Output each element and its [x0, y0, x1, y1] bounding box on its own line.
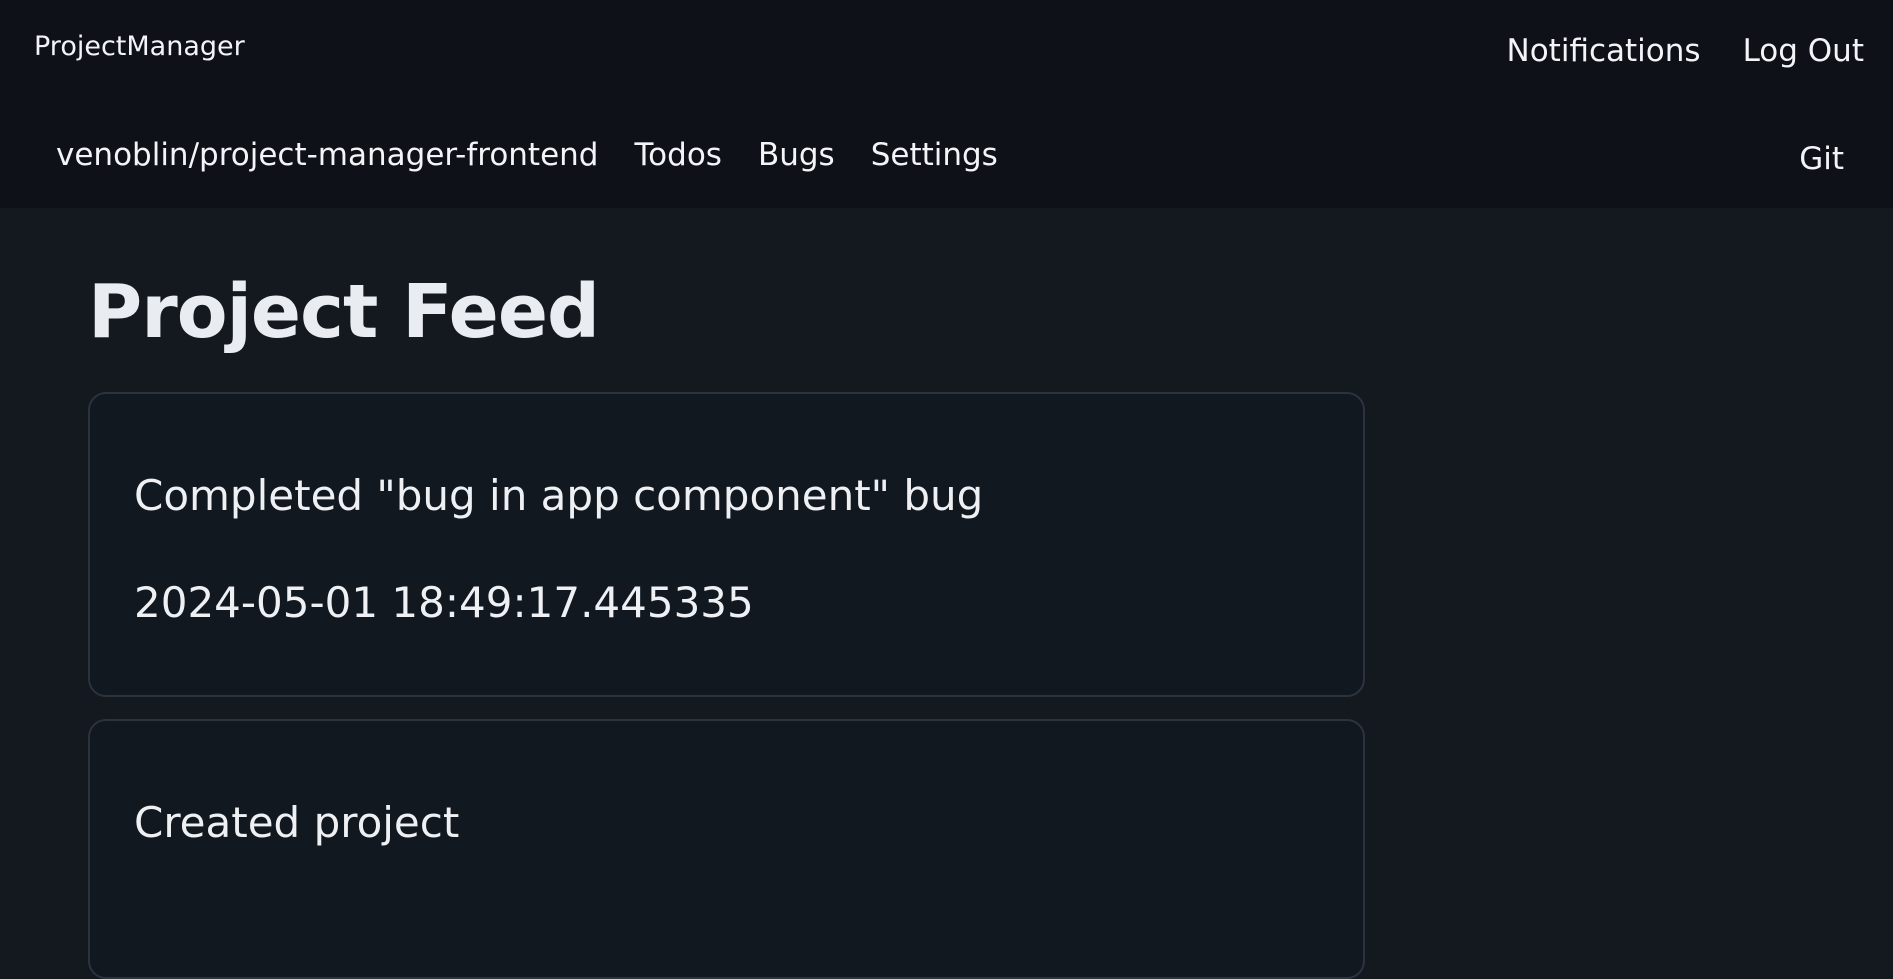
settings-tab[interactable]: Settings [871, 134, 998, 176]
notifications-link[interactable]: Notifications [1507, 30, 1701, 72]
top-navigation-bar: ProjectManager Notifications Log Out ven… [0, 0, 1893, 208]
feed-item-title: Completed "bug in app component" bug [134, 471, 984, 520]
brand-name[interactable]: ProjectManager [34, 29, 245, 65]
feed-item-timestamp: 2024-05-01 18:49:17.445335 [134, 578, 754, 627]
top-right-links: Notifications Log Out [1507, 30, 1864, 72]
feed-item-title: Created project [134, 798, 460, 847]
page-title: Project Feed [88, 269, 600, 355]
bugs-tab[interactable]: Bugs [758, 134, 835, 176]
feed-item: Created project [88, 719, 1365, 979]
git-link[interactable]: Git [1799, 138, 1844, 180]
logout-link[interactable]: Log Out [1743, 30, 1864, 72]
project-repo-link[interactable]: venoblin/project-manager-frontend [56, 134, 599, 176]
feed-item: Completed "bug in app component" bug 202… [88, 392, 1365, 697]
todos-tab[interactable]: Todos [635, 134, 722, 176]
project-subnav: venoblin/project-manager-frontend Todos … [56, 134, 998, 176]
